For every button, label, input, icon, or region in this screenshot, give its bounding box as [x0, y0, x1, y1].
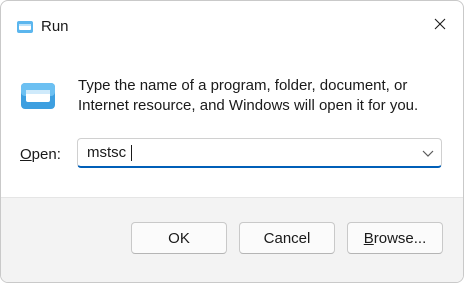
run-dialog: Run Type the name of a program, folder, …: [0, 0, 464, 283]
cancel-button[interactable]: Cancel: [239, 222, 335, 254]
text-cursor: [131, 145, 132, 161]
title-bar[interactable]: Run: [1, 1, 463, 47]
button-bar: OK Cancel Browse...: [1, 197, 463, 282]
open-combobox[interactable]: [77, 138, 442, 168]
close-icon: [434, 18, 446, 30]
browse-accelerator: B: [363, 229, 374, 247]
chevron-down-icon[interactable]: [421, 147, 435, 159]
window-title: Run: [41, 18, 69, 35]
browse-button[interactable]: Browse...: [347, 222, 443, 254]
open-label: Open:: [20, 146, 61, 163]
run-icon: [17, 21, 33, 33]
ok-button[interactable]: OK: [131, 222, 227, 254]
description-text: Type the name of a program, folder, docu…: [78, 77, 419, 114]
open-label-accelerator: O: [20, 146, 32, 163]
open-label-rest: pen:: [31, 146, 61, 163]
open-input[interactable]: [87, 139, 407, 167]
browse-label-rest: rowse...: [373, 229, 427, 247]
run-icon: [21, 83, 55, 109]
close-button[interactable]: [417, 1, 463, 47]
